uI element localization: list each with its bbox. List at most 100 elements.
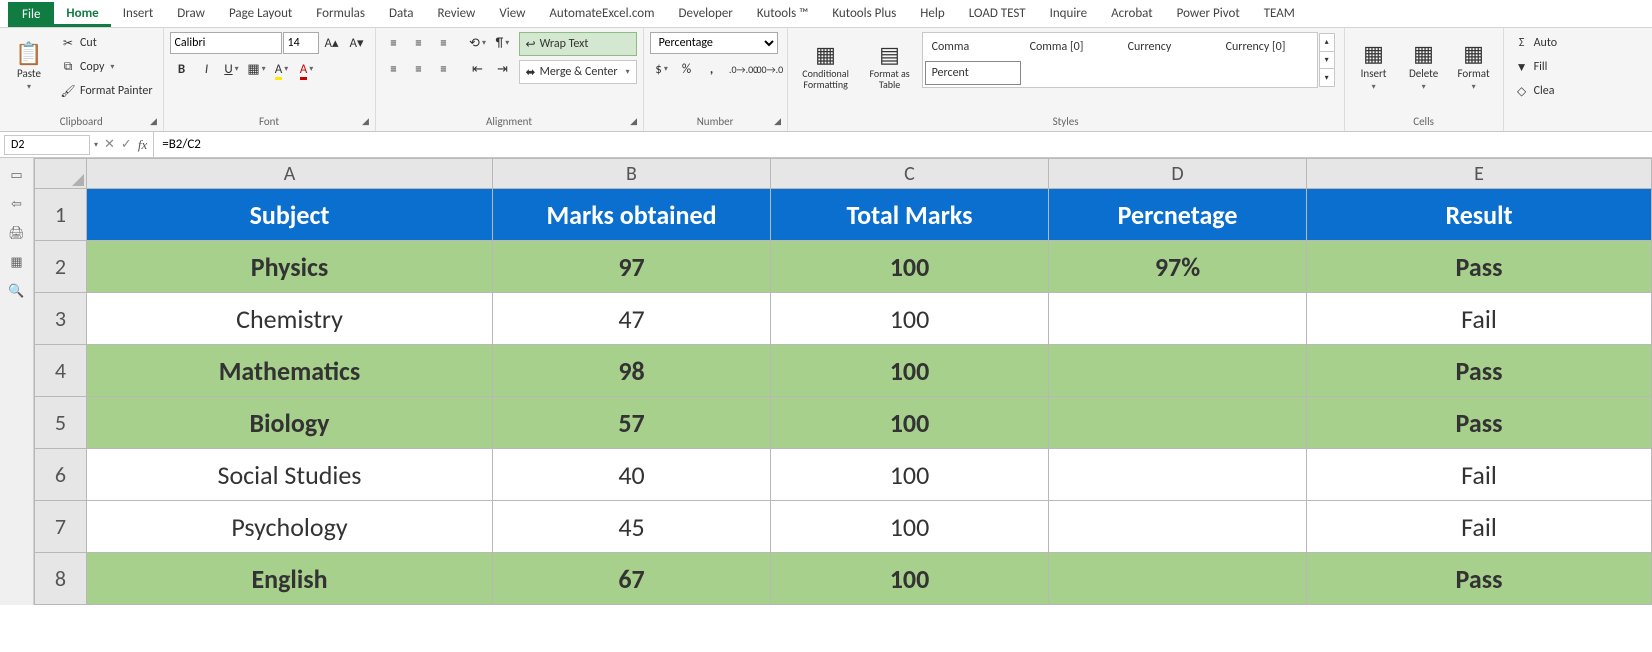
row-header-8[interactable]: 8 [35,553,87,605]
insert-cells-button[interactable]: ▦Insert▾ [1351,32,1397,102]
clipboard-dialog-launcher[interactable]: ◢ [148,116,160,128]
font-name-combo[interactable] [170,32,282,54]
increase-indent-icon[interactable]: ⇥ [491,58,515,80]
cell-B2[interactable]: 97 [493,241,771,293]
gallery-spin-1[interactable]: ▾ [1320,52,1334,70]
tab-page-layout[interactable]: Page Layout [217,1,304,27]
cell-D2[interactable]: 97% [1049,241,1307,293]
text-direction-icon[interactable]: ¶ [491,32,515,54]
comma-format-icon[interactable]: , [700,58,724,80]
conditional-formatting-button[interactable]: ▦ Conditional Formatting [794,32,858,102]
cell-B3[interactable]: 47 [493,293,771,345]
font-dialog-launcher[interactable]: ◢ [360,116,372,128]
enter-formula-icon[interactable]: ✓ [121,137,132,153]
merge-center-button[interactable]: ⬌Merge & Center▾ [519,60,637,84]
col-header-D[interactable]: D [1049,159,1307,189]
cell-E4[interactable]: Pass [1307,345,1652,397]
col-header-C[interactable]: C [771,159,1049,189]
row-header-5[interactable]: 5 [35,397,87,449]
wrap-text-button[interactable]: ↩Wrap Text [519,32,637,56]
underline-icon[interactable]: U [220,58,244,80]
increase-font-icon[interactable]: A▴ [320,32,344,54]
cell-D5[interactable] [1049,397,1307,449]
cell-B5[interactable]: 57 [493,397,771,449]
cell-E7[interactable]: Fail [1307,501,1652,553]
cell-E3[interactable]: Fail [1307,293,1652,345]
cell-D1[interactable]: Percnetage [1049,189,1307,241]
tab-kutools-plus[interactable]: Kutools Plus [820,1,908,27]
tab-file[interactable]: File [8,2,54,27]
row-header-2[interactable]: 2 [35,241,87,293]
align-top-icon[interactable]: ≡ [382,32,406,54]
style-comma[interactable]: Comma [925,35,1021,59]
alignment-dialog-launcher[interactable]: ◢ [628,116,640,128]
copy-button[interactable]: ⧉Copy▾ [56,56,157,78]
paste-button[interactable]: 📋 Paste ▾ [6,32,52,102]
tab-developer[interactable]: Developer [667,1,745,27]
tab-formulas[interactable]: Formulas [304,1,377,27]
cell-E6[interactable]: Fail [1307,449,1652,501]
cell-A2[interactable]: Physics [87,241,493,293]
row-header-4[interactable]: 4 [35,345,87,397]
borders-icon[interactable]: ▦ [245,58,269,80]
cell-C8[interactable]: 100 [771,553,1049,605]
cell-E8[interactable]: Pass [1307,553,1652,605]
decrease-decimal-icon[interactable]: .00→.0 [757,58,781,80]
italic-icon[interactable]: I [195,58,219,80]
number-format-combo[interactable]: Percentage [650,32,778,54]
cell-E1[interactable]: Result [1307,189,1652,241]
gutter-btn-3[interactable]: 🖨 [8,226,25,241]
cancel-formula-icon[interactable]: ✕ [104,137,115,153]
percent-format-icon[interactable]: % [675,58,699,80]
tab-inquire[interactable]: Inquire [1038,1,1100,27]
col-header-E[interactable]: E [1307,159,1652,189]
cell-C7[interactable]: 100 [771,501,1049,553]
cell-D3[interactable] [1049,293,1307,345]
cell-A7[interactable]: Psychology [87,501,493,553]
delete-cells-button[interactable]: ▦Delete▾ [1401,32,1447,102]
tab-load-test[interactable]: LOAD TEST [957,1,1038,27]
cell-D4[interactable] [1049,345,1307,397]
gutter-btn-4[interactable]: ▦ [10,255,22,270]
tab-view[interactable]: View [487,1,537,27]
tab-kutools-[interactable]: Kutools ™ [745,1,821,27]
cell-E5[interactable]: Pass [1307,397,1652,449]
cell-B1[interactable]: Marks obtained [493,189,771,241]
gutter-btn-2[interactable]: ⇦ [11,197,22,212]
align-left-icon[interactable]: ≡ [382,58,406,80]
style-currency-0-[interactable]: Currency [0] [1219,35,1315,59]
tab-data[interactable]: Data [377,1,426,27]
row-header-3[interactable]: 3 [35,293,87,345]
align-center-icon[interactable]: ≡ [407,58,431,80]
cell-C1[interactable]: Total Marks [771,189,1049,241]
align-bottom-icon[interactable]: ≡ [432,32,456,54]
increase-decimal-icon[interactable]: .0→.00 [732,58,756,80]
cell-A4[interactable]: Mathematics [87,345,493,397]
fill-color-icon[interactable]: A [270,58,294,80]
decrease-font-icon[interactable]: A▾ [345,32,369,54]
font-color-icon[interactable]: A [295,58,319,80]
gallery-spin-2[interactable]: ▾ [1320,69,1334,86]
tab-team[interactable]: TEAM [1252,1,1307,27]
fx-icon[interactable]: fx [138,137,147,153]
row-header-7[interactable]: 7 [35,501,87,553]
bold-icon[interactable]: B [170,58,194,80]
style-currency[interactable]: Currency [1121,35,1217,59]
spreadsheet-grid[interactable]: A B C D E 1SubjectMarks obtainedTotal Ma… [34,158,1652,605]
tab-help[interactable]: Help [908,1,956,27]
format-as-table-button[interactable]: ▤ Format as Table [862,32,918,102]
cell-B6[interactable]: 40 [493,449,771,501]
tab-automateexcel-com[interactable]: AutomateExcel.com [537,1,666,27]
cell-D6[interactable] [1049,449,1307,501]
cell-D7[interactable] [1049,501,1307,553]
fill-button[interactable]: ▼Fill [1510,56,1561,78]
style-comma-0-[interactable]: Comma [0] [1023,35,1119,59]
align-right-icon[interactable]: ≡ [432,58,456,80]
autosum-button[interactable]: ΣAuto [1510,32,1561,54]
cut-button[interactable]: ✂Cut [56,32,157,54]
row-header-1[interactable]: 1 [35,189,87,241]
tab-acrobat[interactable]: Acrobat [1099,1,1165,27]
cell-A5[interactable]: Biology [87,397,493,449]
accounting-format-icon[interactable]: $ [650,58,674,80]
number-dialog-launcher[interactable]: ◢ [772,116,784,128]
